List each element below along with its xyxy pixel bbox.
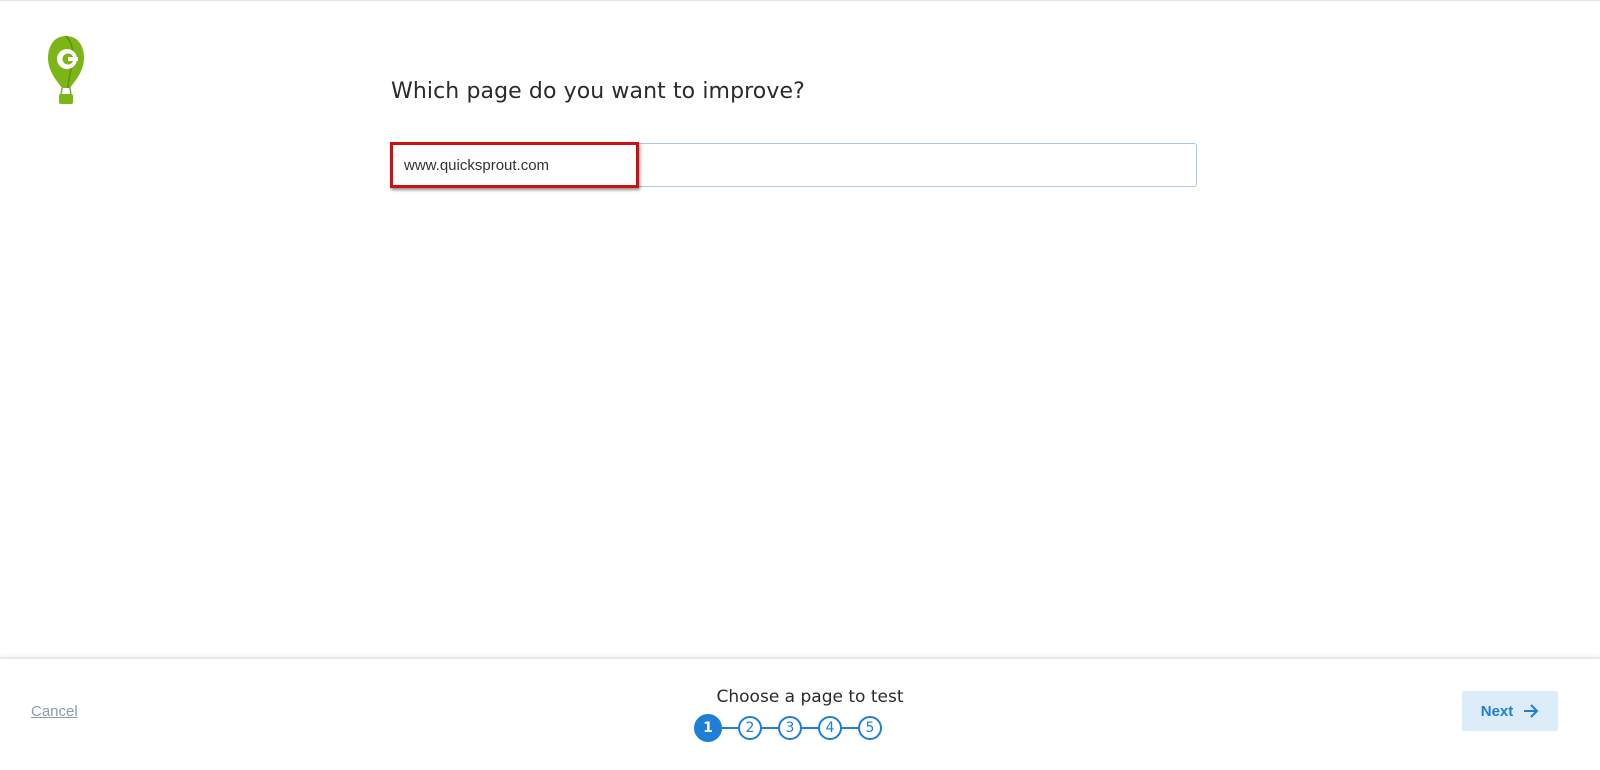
step-5-indicator: 5 [858,716,882,740]
page-question: Which page do you want to improve? [391,79,805,104]
step-connector [722,727,738,729]
step-4-indicator: 4 [818,716,842,740]
step-progress: 1 2 3 4 5 [694,714,882,742]
step-3-indicator: 3 [778,716,802,740]
brand-logo-icon[interactable] [46,34,86,106]
step-connector [762,727,778,729]
step-connector [802,727,818,729]
cancel-link[interactable]: Cancel [31,703,78,720]
arrow-right-icon [1523,704,1539,718]
page: Which page do you want to improve? Cance… [0,0,1600,770]
url-field[interactable] [391,143,1197,187]
step-connector [842,727,858,729]
next-button-label: Next [1480,702,1514,720]
step-label: Choose a page to test [716,687,904,707]
next-button[interactable]: Next [1462,691,1558,731]
step-2-indicator: 2 [738,716,762,740]
wizard-footer: Cancel Choose a page to test 1 2 3 4 5 N… [0,657,1600,770]
step-1-indicator: 1 [694,714,722,742]
url-input[interactable] [392,144,1196,186]
